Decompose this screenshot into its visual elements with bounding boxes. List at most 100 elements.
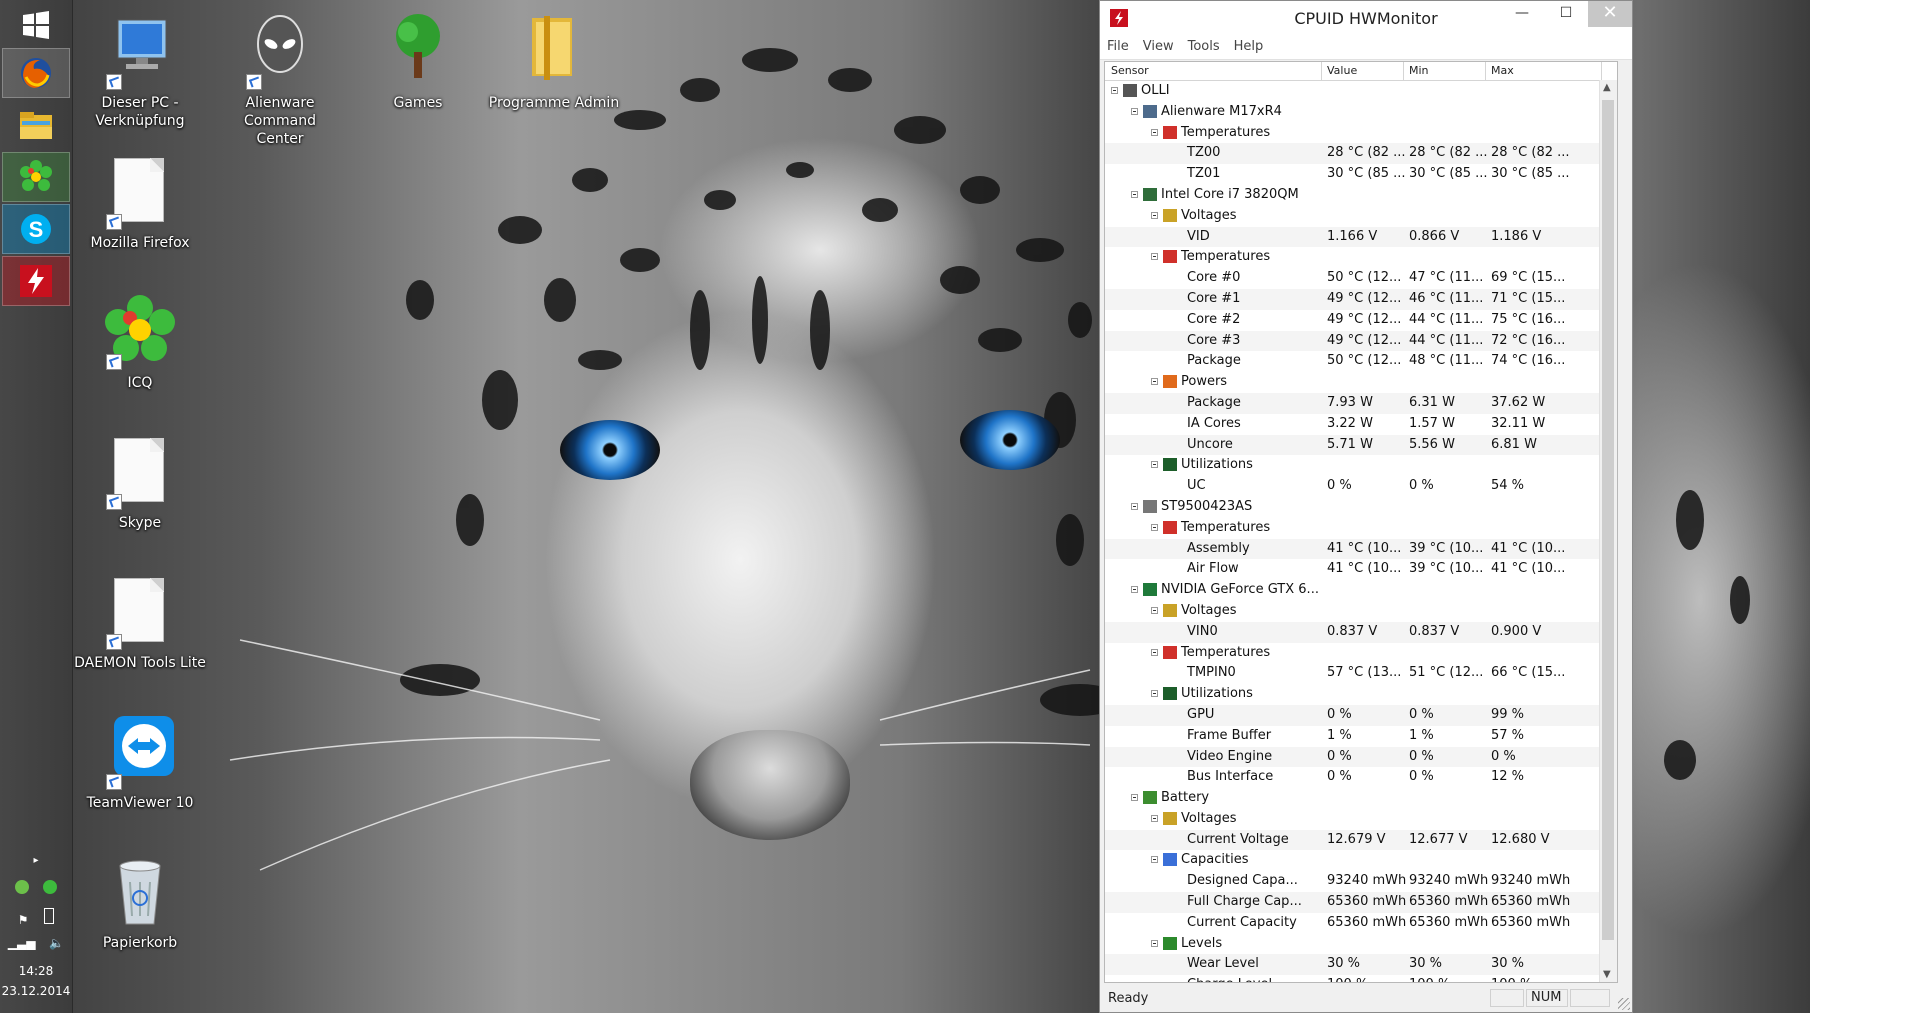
collapse-toggle-icon[interactable] [1151, 606, 1158, 614]
window-titlebar[interactable]: CPUID HWMonitor — ☐ ✕ [1100, 1, 1632, 35]
scroll-up-arrow[interactable]: ▲ [1603, 82, 1611, 93]
battery-icon[interactable] [44, 908, 55, 924]
tray-expand-arrow[interactable]: ▸ [0, 855, 72, 866]
action-center-flag-icon[interactable]: ⚑ [18, 913, 29, 927]
resize-grip-icon[interactable] [1618, 998, 1630, 1010]
taskbar-firefox[interactable] [2, 48, 70, 98]
sensor-reading-row[interactable]: UC 0 % 0 % 54 % [1105, 476, 1617, 497]
sensor-reading-row[interactable]: Core #3 49 °C (12... 44 °C (11... 72 °C (16… [1105, 330, 1617, 352]
collapse-toggle-icon[interactable] [1131, 586, 1138, 594]
sensor-reading-row[interactable]: TZ01 30 °C (85 ... 30 °C (85 ... 30 °C (85 … [1105, 164, 1617, 185]
desktop-icon-firefox[interactable]: Mozilla Firefox [70, 152, 210, 252]
collapse-toggle-icon[interactable] [1151, 939, 1158, 947]
sensor-group-row[interactable]: Temperatures [1105, 643, 1617, 664]
sensor-group-row[interactable]: Levels [1105, 934, 1617, 955]
desktop-icon-recycle-bin[interactable]: Papierkorb [70, 852, 210, 952]
sensor-reading-row[interactable]: Core #0 50 °C (12... 47 °C (11... 69 °C (15… [1105, 268, 1617, 289]
sensor-reading-row[interactable]: TMPIN0 57 °C (13... 51 °C (12... 66 °C (15.… [1105, 663, 1617, 684]
column-header-min[interactable]: Min [1409, 64, 1429, 77]
device-row[interactable]: Intel Core i7 3820QM [1105, 185, 1617, 206]
sensor-reading-row[interactable]: GPU 0 % 0 % 99 % [1105, 704, 1617, 726]
device-row[interactable]: Alienware M17xR4 [1105, 102, 1617, 123]
collapse-toggle-icon[interactable] [1151, 461, 1158, 469]
device-row[interactable]: ST9500423AS [1105, 497, 1617, 518]
taskbar-hwmonitor[interactable] [2, 256, 70, 306]
minimize-button[interactable]: — [1500, 1, 1544, 27]
sensor-reading-row[interactable]: Air Flow 41 °C (10... 39 °C (10... 41 °C (1… [1105, 559, 1617, 580]
root-row[interactable]: OLLI [1105, 81, 1617, 102]
sensor-reading-row[interactable]: VIN0 0.837 V 0.837 V 0.900 V [1105, 621, 1617, 643]
sensor-reading-row[interactable]: Current Voltage 12.679 V 12.677 V 12.680 V [1105, 829, 1617, 851]
sensor-reading-row[interactable]: Charge Level 100 % 100 % 100 % [1105, 975, 1617, 982]
sensor-reading-row[interactable]: Frame Buffer 1 % 1 % 57 % [1105, 726, 1617, 747]
scrollbar-thumb[interactable] [1602, 100, 1614, 940]
menu-file[interactable]: File [1100, 35, 1136, 59]
desktop-icon-alienware[interactable]: Alienware Command Center [210, 12, 350, 148]
sensor-reading-row[interactable]: Uncore 5.71 W 5.56 W 6.81 W [1105, 434, 1617, 456]
desktop-icon-skype[interactable]: Skype [70, 432, 210, 532]
sensor-group-row[interactable]: Capacities [1105, 850, 1617, 871]
sensor-reading-row[interactable]: Video Engine 0 % 0 % 0 % [1105, 746, 1617, 768]
sensor-reading-row[interactable]: Designed Capa... 93240 mWh 93240 mWh 93240 … [1105, 871, 1617, 892]
collapse-toggle-icon[interactable] [1151, 856, 1158, 864]
sensor-group-row[interactable]: Temperatures [1105, 518, 1617, 539]
desktop-icon-daemon-tools[interactable]: DAEMON Tools Lite [70, 572, 210, 672]
close-button[interactable]: ✕ [1588, 1, 1632, 27]
column-header-max[interactable]: Max [1491, 64, 1514, 77]
sensor-reading-row[interactable]: Full Charge Cap... 65360 mWh 65360 mWh 6536… [1105, 892, 1617, 913]
clock-time[interactable]: 14:28 [0, 964, 72, 978]
menu-view[interactable]: View [1136, 35, 1181, 59]
device-row[interactable]: NVIDIA GeForce GTX 6... [1105, 580, 1617, 601]
sensor-tree-view[interactable]: Sensor Value Min Max OLLI Alienware M17xR… [1104, 61, 1618, 983]
sensor-reading-row[interactable]: Bus Interface 0 % 0 % 12 % [1105, 767, 1617, 788]
tray-check-icon[interactable] [15, 880, 30, 894]
volume-icon[interactable]: 🔈 [49, 936, 64, 950]
collapse-toggle-icon[interactable] [1131, 190, 1138, 198]
sensor-reading-row[interactable]: Assembly 41 °C (10... 39 °C (10... 41 °C (1… [1105, 538, 1617, 560]
collapse-toggle-icon[interactable] [1151, 253, 1158, 261]
collapse-toggle-icon[interactable] [1131, 794, 1138, 802]
collapse-toggle-icon[interactable] [1151, 211, 1158, 219]
sensor-reading-row[interactable]: Core #2 49 °C (12... 44 °C (11... 75 °C (16… [1105, 310, 1617, 331]
sensor-reading-row[interactable]: Current Capacity 65360 mWh 65360 mWh 65360 … [1105, 913, 1617, 934]
start-button[interactable] [2, 0, 70, 50]
sensor-reading-row[interactable]: Package 7.93 W 6.31 W 37.62 W [1105, 392, 1617, 414]
collapse-toggle-icon[interactable] [1111, 87, 1118, 94]
collapse-toggle-icon[interactable] [1151, 523, 1158, 531]
taskbar-skype[interactable]: S [2, 204, 70, 254]
sensor-reading-row[interactable]: Package 50 °C (12... 48 °C (11... 74 °C (16… [1105, 351, 1617, 372]
network-signal-icon[interactable]: ▁▃▅ [8, 936, 36, 950]
sensor-group-row[interactable]: Powers [1105, 372, 1617, 393]
device-row[interactable]: Battery [1105, 788, 1617, 809]
column-header-value[interactable]: Value [1327, 64, 1357, 77]
sensor-reading-row[interactable]: VID 1.166 V 0.866 V 1.186 V [1105, 226, 1617, 248]
collapse-toggle-icon[interactable] [1151, 378, 1158, 386]
collapse-toggle-icon[interactable] [1151, 128, 1158, 136]
menu-tools[interactable]: Tools [1181, 35, 1227, 59]
vertical-scrollbar[interactable]: ▲ ▼ [1599, 80, 1617, 982]
taskbar-file-explorer[interactable] [2, 100, 70, 150]
collapse-toggle-icon[interactable] [1151, 648, 1158, 656]
desktop-icon-teamviewer[interactable]: TeamViewer 10 [70, 712, 210, 812]
sensor-group-row[interactable]: Voltages [1105, 206, 1617, 227]
collapse-toggle-icon[interactable] [1131, 502, 1138, 510]
sensor-reading-row[interactable]: TZ00 28 °C (82 ... 28 °C (82 ... 28 °C (82 … [1105, 143, 1617, 165]
desktop-icon-icq[interactable]: ICQ [70, 292, 210, 392]
sensor-group-row[interactable]: Temperatures [1105, 123, 1617, 144]
clock-date[interactable]: 23.12.2014 [0, 984, 72, 998]
column-header-sensor[interactable]: Sensor [1111, 64, 1149, 77]
sensor-group-row[interactable]: Voltages [1105, 809, 1617, 830]
sensor-group-row[interactable]: Voltages [1105, 601, 1617, 622]
tray-icq-icon[interactable] [42, 880, 57, 894]
sensor-group-row[interactable]: Utilizations [1105, 684, 1617, 705]
sensor-reading-row[interactable]: Core #1 49 °C (12... 46 °C (11... 71 °C (15… [1105, 288, 1617, 310]
maximize-button[interactable]: ☐ [1544, 1, 1588, 27]
sensor-reading-row[interactable]: IA Cores 3.22 W 1.57 W 32.11 W [1105, 414, 1617, 435]
scroll-down-arrow[interactable]: ▼ [1603, 969, 1611, 980]
taskbar-icq[interactable] [2, 152, 70, 202]
collapse-toggle-icon[interactable] [1131, 107, 1138, 115]
desktop-icon-this-pc[interactable]: Dieser PC - Verknüpfung [70, 12, 210, 130]
sensor-reading-row[interactable]: Wear Level 30 % 30 % 30 % [1105, 954, 1617, 976]
desktop-icon-games[interactable]: Games [348, 12, 488, 112]
sensor-group-row[interactable]: Temperatures [1105, 247, 1617, 268]
